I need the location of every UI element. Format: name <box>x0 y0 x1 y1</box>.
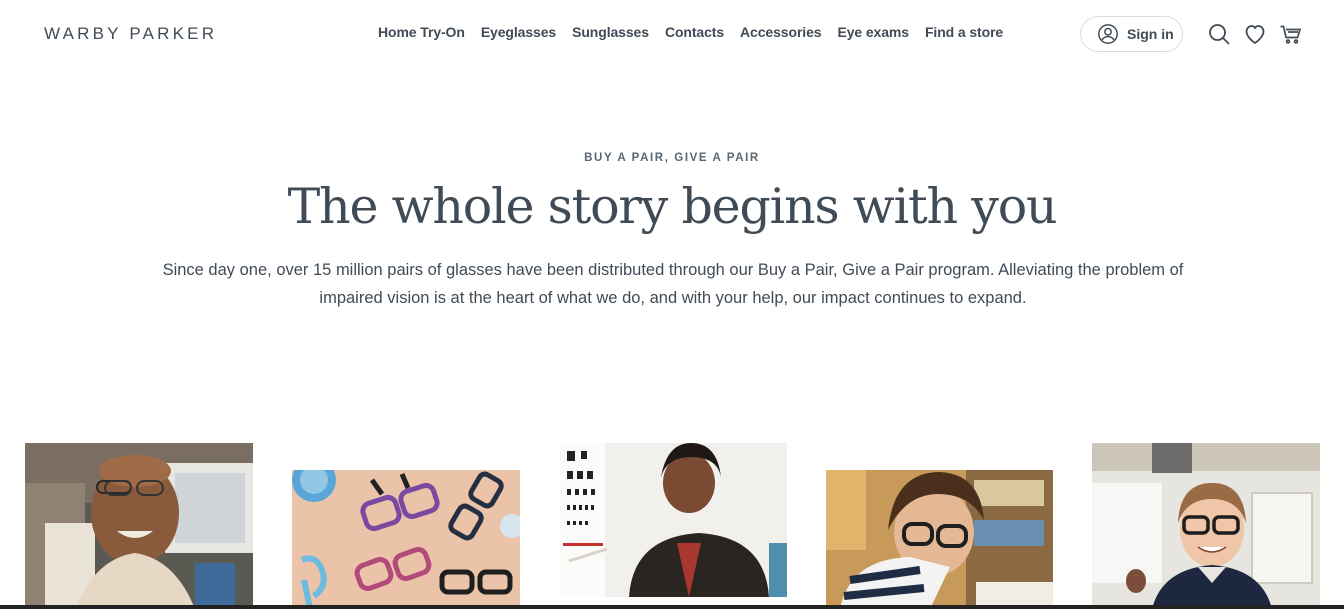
photo-eye-chart <box>559 443 787 597</box>
photo-elderly-man <box>25 443 253 609</box>
photo-boy-smiling <box>1092 443 1320 609</box>
photo-girl-reading <box>826 470 1053 609</box>
section-eyebrow: BUY A PAIR, GIVE A PAIR <box>584 152 760 164</box>
heart-icon[interactable] <box>1243 22 1267 46</box>
search-icon[interactable] <box>1207 22 1231 46</box>
page-title: The whole story begins with you <box>287 178 1058 235</box>
cart-icon[interactable] <box>1279 22 1303 46</box>
nav-item-sunglasses[interactable]: Sunglasses <box>572 24 649 40</box>
nav-item-find-a-store[interactable]: Find a store <box>925 24 1003 40</box>
main-nav: Home Try-On Eyeglasses Sunglasses Contac… <box>378 24 1003 40</box>
intro-paragraph: Since day one, over 15 million pairs of … <box>162 261 1184 307</box>
site-header: WARBY PARKER Home Try-On Eyeglasses Sung… <box>0 0 1344 68</box>
sign-in-label: Sign in <box>1127 26 1174 42</box>
brand-logo[interactable]: WARBY PARKER <box>44 24 217 44</box>
photo-eyeglass-frames <box>292 470 520 609</box>
bottom-edge-bar <box>0 605 1344 609</box>
sign-in-button[interactable]: Sign in <box>1080 16 1183 52</box>
nav-item-contacts[interactable]: Contacts <box>665 24 724 40</box>
nav-item-eyeglasses[interactable]: Eyeglasses <box>481 24 556 40</box>
nav-item-eye-exams[interactable]: Eye exams <box>837 24 909 40</box>
nav-item-accessories[interactable]: Accessories <box>740 24 822 40</box>
nav-item-home-try-on[interactable]: Home Try-On <box>378 24 465 40</box>
user-icon <box>1097 23 1119 45</box>
